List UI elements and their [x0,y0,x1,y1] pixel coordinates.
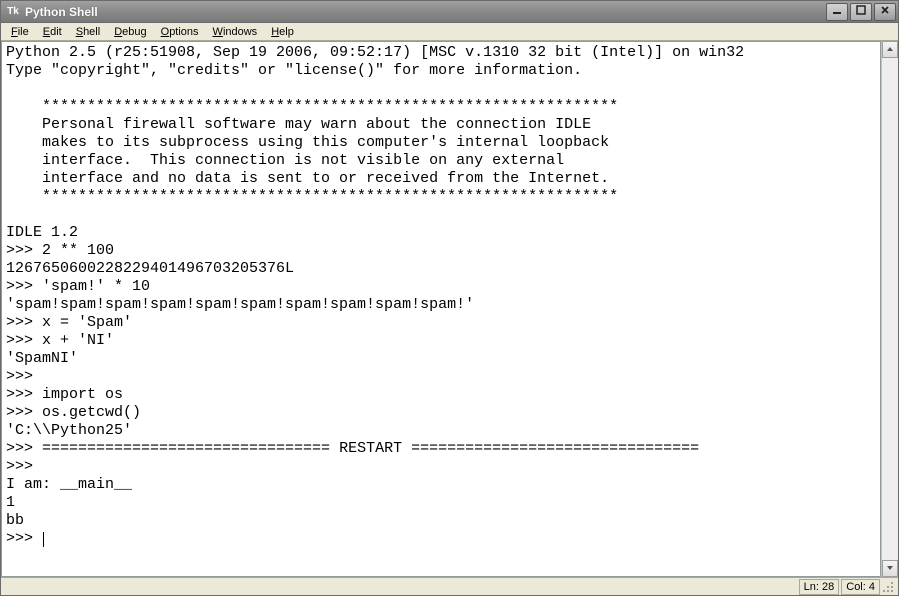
python-shell-window: Tk Python Shell File Edit Shell De [0,0,899,596]
prompt: >>> [6,404,42,421]
chevron-down-icon [886,563,894,575]
grip-icon [882,581,894,593]
program-output: 1 [6,494,15,511]
menu-file[interactable]: File [5,25,35,39]
scroll-up-button[interactable] [882,41,898,58]
menubar: File Edit Shell Debug Options Windows He… [1,23,898,41]
banner-stars: ****************************************… [6,188,618,205]
menu-help[interactable]: Help [265,25,300,39]
menu-options[interactable]: Options [155,25,205,39]
resize-grip[interactable] [880,579,896,595]
status-line: Ln: 28 [799,579,840,595]
scroll-down-button[interactable] [882,560,898,577]
restart-banner: ================================ RESTART… [42,440,699,457]
prompt: >>> [6,386,42,403]
blank [6,206,42,223]
output: 'C:\\Python25' [6,422,132,439]
banner-line2: Type "copyright", "credits" or "license(… [6,62,582,79]
input-expr: 2 ** 100 [42,242,114,259]
prompt: >>> [6,530,42,547]
window-title: Python Shell [25,5,826,19]
banner-stars: ****************************************… [6,98,618,115]
output: 1267650600228229401496703205376L [6,260,294,277]
text-cursor [43,532,44,547]
program-output: I am: __main__ [6,476,132,493]
scroll-track[interactable] [882,58,898,560]
idle-version: IDLE 1.2 [6,224,132,241]
maximize-icon [856,5,866,18]
statusbar: Ln: 28 Col: 4 [1,577,898,595]
input-expr: x + 'NI' [42,332,114,349]
prompt: >>> [6,278,42,295]
shell-text-area[interactable]: Python 2.5 (r25:51908, Sep 19 2006, 09:5… [1,41,881,577]
chevron-up-icon [886,44,894,56]
menu-shell[interactable]: Shell [70,25,106,39]
output: 'SpamNI' [6,350,78,367]
firewall-msg-4: interface and no data is sent to or rece… [6,170,609,187]
close-button[interactable] [874,3,896,21]
prompt: >>> [6,314,42,331]
app-icon: Tk [5,4,21,20]
output: 'spam!spam!spam!spam!spam!spam!spam!spam… [6,296,474,313]
module-os: os [96,386,123,403]
vertical-scrollbar[interactable] [881,41,898,577]
close-icon [880,5,890,18]
keyword-import: import [42,386,96,403]
prompt: >>> [6,458,42,475]
banner-line1: Python 2.5 (r25:51908, Sep 19 2006, 09:5… [6,44,744,61]
minimize-icon [832,5,842,18]
program-output: bb [6,512,24,529]
prompt: >>> [6,368,42,385]
status-col: Col: 4 [841,579,880,595]
prompt: >>> [6,242,42,259]
firewall-msg-2: makes to its subprocess using this compu… [6,134,609,151]
content-area: Python 2.5 (r25:51908, Sep 19 2006, 09:5… [1,41,898,577]
firewall-msg-3: interface. This connection is not visibl… [6,152,564,169]
menu-debug[interactable]: Debug [108,25,152,39]
prompt: >>> [6,332,42,349]
input-expr: 'spam!' * 10 [42,278,150,295]
prompt: >>> [6,440,42,457]
titlebar[interactable]: Tk Python Shell [1,1,898,23]
maximize-button[interactable] [850,3,872,21]
input-expr: os.getcwd() [42,404,141,421]
input-expr: x = 'Spam' [42,314,132,331]
firewall-msg-1: Personal firewall software may warn abou… [6,116,591,133]
menu-edit[interactable]: Edit [37,25,68,39]
menu-windows[interactable]: Windows [207,25,264,39]
minimize-button[interactable] [826,3,848,21]
